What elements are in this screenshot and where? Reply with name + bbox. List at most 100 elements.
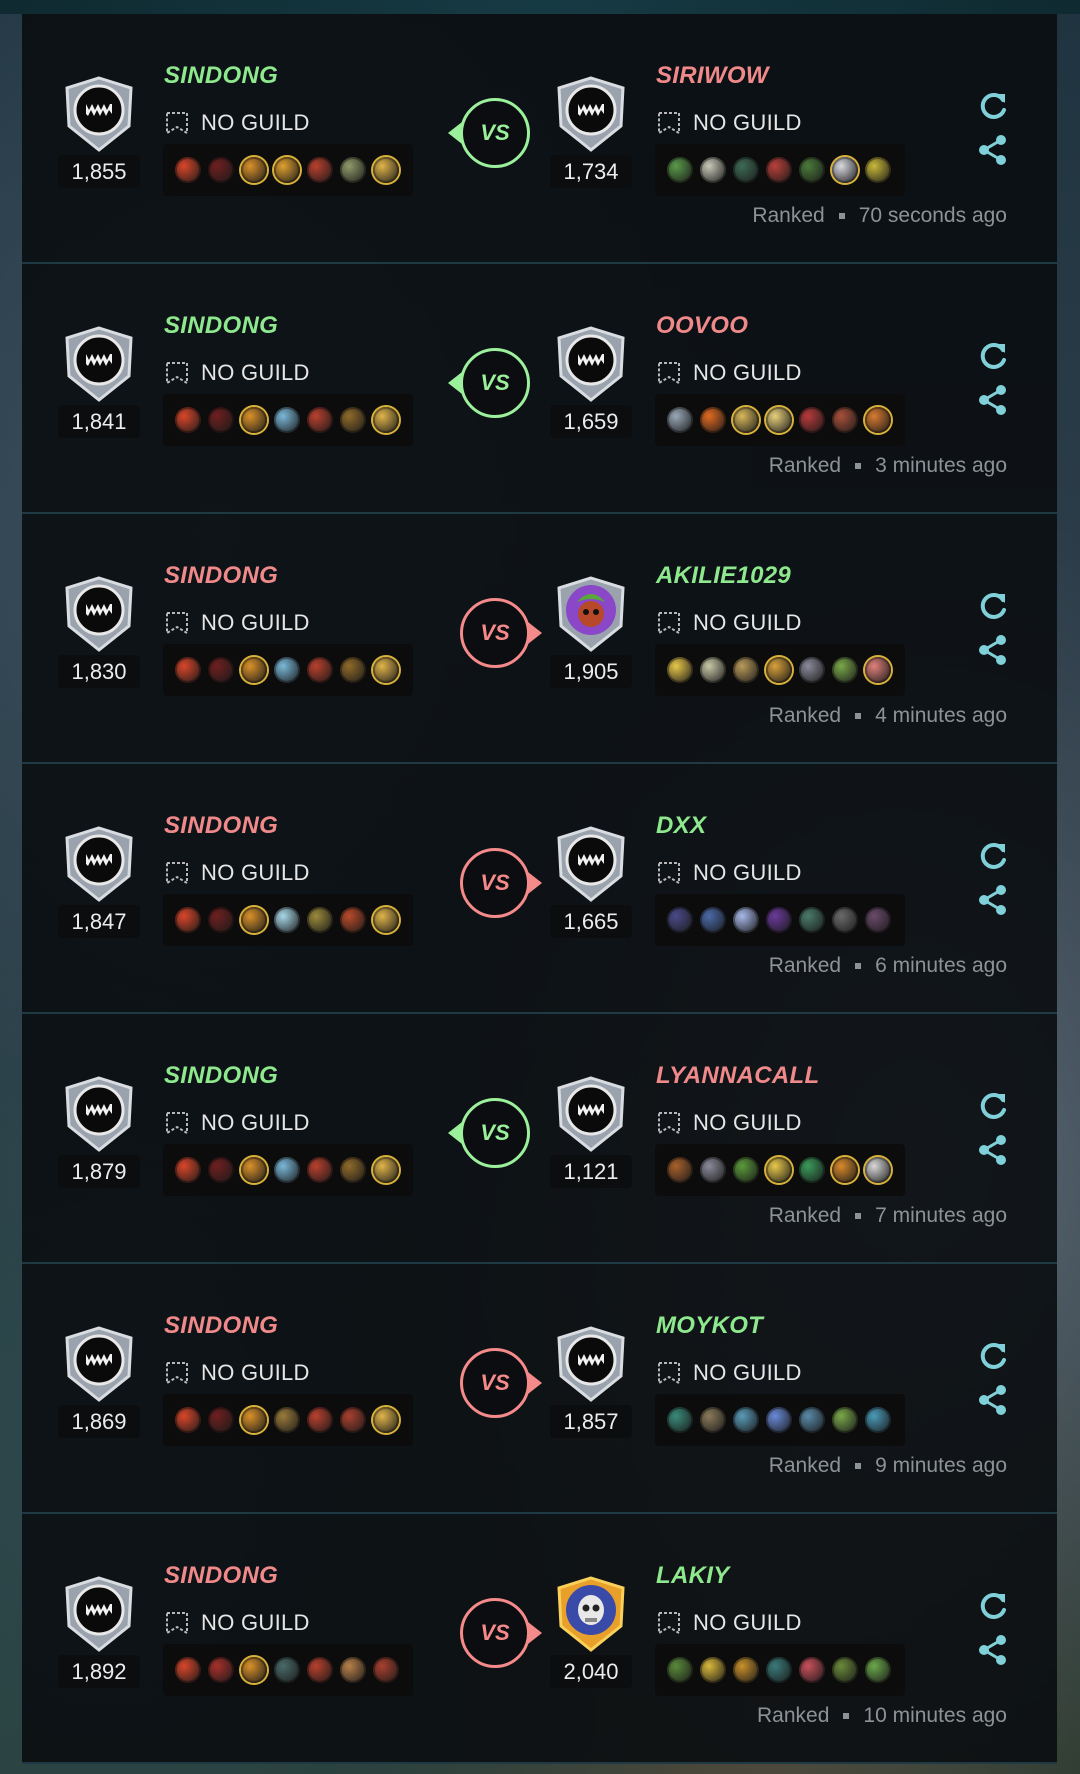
monster-card-icon[interactable] (373, 1657, 399, 1683)
monster-card-icon[interactable] (373, 1157, 399, 1183)
battle-card[interactable]: 1,869 SINDONG NO GUILD VS 1,857 MOYKOT N… (22, 1264, 1057, 1514)
monster-card-icon[interactable] (241, 657, 267, 683)
monster-card-icon[interactable] (208, 657, 234, 683)
replay-icon[interactable] (976, 1339, 1010, 1373)
player-name[interactable]: SINDONG (164, 1562, 278, 1590)
monster-card-icon[interactable] (274, 657, 300, 683)
monster-card-icon[interactable] (799, 1157, 825, 1183)
monster-card-icon[interactable] (175, 407, 201, 433)
monster-card-icon[interactable] (865, 157, 891, 183)
monster-card-icon[interactable] (766, 407, 792, 433)
replay-icon[interactable] (976, 839, 1010, 873)
player-name[interactable]: SINDONG (164, 562, 278, 590)
monster-card-icon[interactable] (373, 657, 399, 683)
monster-card-icon[interactable] (799, 657, 825, 683)
monster-card-icon[interactable] (307, 157, 333, 183)
monster-card-icon[interactable] (307, 1157, 333, 1183)
monster-card-icon[interactable] (373, 407, 399, 433)
battle-card[interactable]: 1,892 SINDONG NO GUILD VS 2,040 LAKIY NO… (22, 1514, 1057, 1764)
monster-card-icon[interactable] (340, 1157, 366, 1183)
player-name[interactable]: LYANNACALL (656, 1062, 819, 1090)
monster-card-icon[interactable] (340, 1657, 366, 1683)
monster-card-icon[interactable] (799, 157, 825, 183)
player-name[interactable]: AKILIE1029 (656, 562, 791, 590)
share-icon[interactable] (976, 633, 1010, 667)
monster-badge-icon[interactable] (59, 1574, 139, 1654)
monster-card-icon[interactable] (340, 657, 366, 683)
monster-card-icon[interactable] (667, 1407, 693, 1433)
monster-card-icon[interactable] (175, 157, 201, 183)
battle-card[interactable]: 1,841 SINDONG NO GUILD VS 1,659 OOVOO NO… (22, 264, 1057, 514)
monster-card-icon[interactable] (766, 157, 792, 183)
monster-card-icon[interactable] (307, 1407, 333, 1433)
monster-card-icon[interactable] (340, 157, 366, 183)
monster-card-icon[interactable] (274, 1657, 300, 1683)
monster-card-icon[interactable] (241, 407, 267, 433)
monster-card-icon[interactable] (700, 1657, 726, 1683)
monster-badge-icon[interactable] (551, 1324, 631, 1404)
monster-card-icon[interactable] (700, 1157, 726, 1183)
monster-badge-icon[interactable] (59, 574, 139, 654)
monster-card-icon[interactable] (208, 1657, 234, 1683)
share-icon[interactable] (976, 1383, 1010, 1417)
monster-badge-icon[interactable] (551, 324, 631, 404)
share-icon[interactable] (976, 133, 1010, 167)
monster-card-icon[interactable] (832, 657, 858, 683)
monster-card-icon[interactable] (667, 657, 693, 683)
monster-card-icon[interactable] (241, 1157, 267, 1183)
monster-card-icon[interactable] (733, 657, 759, 683)
monster-card-icon[interactable] (307, 907, 333, 933)
monster-badge-icon[interactable] (59, 74, 139, 154)
monster-card-icon[interactable] (700, 907, 726, 933)
monster-card-icon[interactable] (307, 657, 333, 683)
monster-card-icon[interactable] (373, 907, 399, 933)
monster-card-icon[interactable] (865, 1407, 891, 1433)
monster-card-icon[interactable] (208, 1407, 234, 1433)
monster-card-icon[interactable] (766, 657, 792, 683)
monster-card-icon[interactable] (865, 657, 891, 683)
player-name[interactable]: MOYKOT (656, 1312, 763, 1340)
monster-card-icon[interactable] (733, 407, 759, 433)
monster-badge-icon[interactable] (551, 824, 631, 904)
monster-card-icon[interactable] (832, 157, 858, 183)
player-name[interactable]: DXX (656, 812, 706, 840)
monster-card-icon[interactable] (241, 157, 267, 183)
monster-card-icon[interactable] (175, 1407, 201, 1433)
monster-badge-icon[interactable] (59, 324, 139, 404)
monster-card-icon[interactable] (373, 157, 399, 183)
monster-card-icon[interactable] (667, 1157, 693, 1183)
monster-card-icon[interactable] (766, 1657, 792, 1683)
monster-card-icon[interactable] (175, 1657, 201, 1683)
monster-card-icon[interactable] (733, 1657, 759, 1683)
monster-card-icon[interactable] (865, 1657, 891, 1683)
monster-card-icon[interactable] (667, 907, 693, 933)
monster-card-icon[interactable] (865, 407, 891, 433)
monster-card-icon[interactable] (865, 1157, 891, 1183)
replay-icon[interactable] (976, 1589, 1010, 1623)
monster-card-icon[interactable] (733, 1407, 759, 1433)
monster-badge-icon[interactable] (551, 1074, 631, 1154)
monster-card-icon[interactable] (832, 1657, 858, 1683)
monster-card-icon[interactable] (700, 157, 726, 183)
monster-card-icon[interactable] (340, 907, 366, 933)
monster-card-icon[interactable] (799, 407, 825, 433)
monster-card-icon[interactable] (766, 907, 792, 933)
monster-card-icon[interactable] (832, 907, 858, 933)
monster-card-icon[interactable] (799, 1407, 825, 1433)
monster-card-icon[interactable] (175, 657, 201, 683)
monster-card-icon[interactable] (700, 657, 726, 683)
monster-card-icon[interactable] (733, 907, 759, 933)
avatar-badge-icon[interactable] (551, 574, 631, 654)
monster-card-icon[interactable] (865, 907, 891, 933)
monster-card-icon[interactable] (340, 1407, 366, 1433)
share-icon[interactable] (976, 383, 1010, 417)
monster-card-icon[interactable] (667, 157, 693, 183)
monster-card-icon[interactable] (274, 1157, 300, 1183)
monster-badge-icon[interactable] (551, 74, 631, 154)
player-name[interactable]: OOVOO (656, 312, 748, 340)
monster-card-icon[interactable] (766, 1157, 792, 1183)
monster-card-icon[interactable] (274, 157, 300, 183)
battle-card[interactable]: 1,855 SINDONG NO GUILD VS 1,734 SIRIWOW … (22, 14, 1057, 264)
monster-badge-icon[interactable] (59, 1074, 139, 1154)
monster-card-icon[interactable] (274, 407, 300, 433)
